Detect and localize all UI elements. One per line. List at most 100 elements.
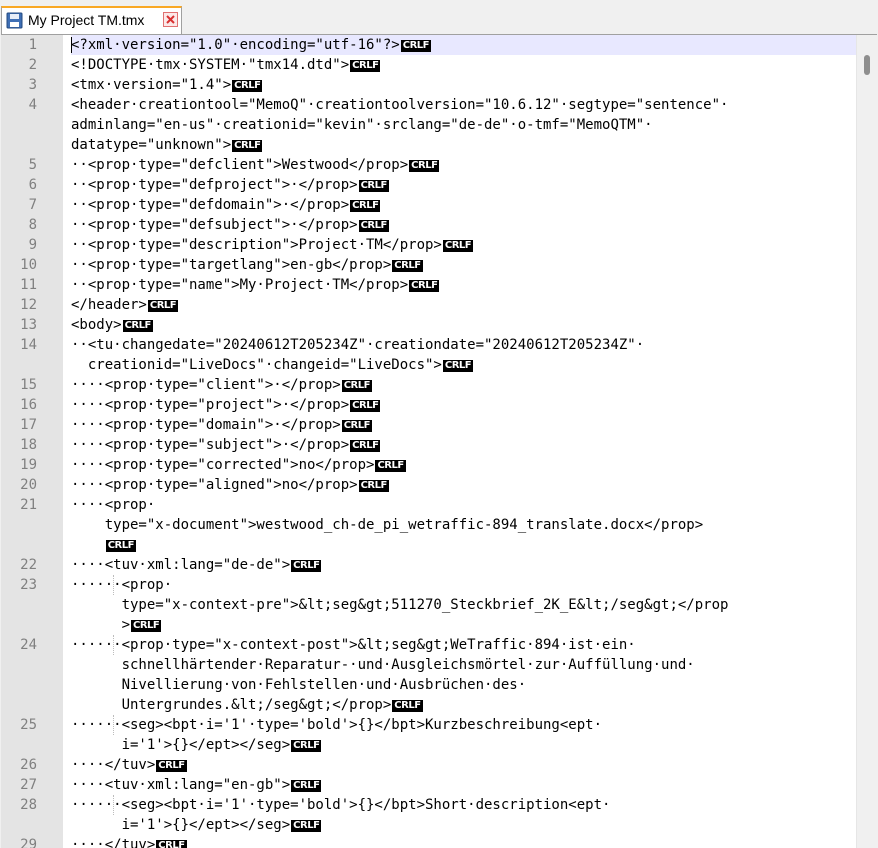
editor-line[interactable]: 27 ····<tuv·xml:lang="en-gb"> CRLF — [1, 775, 857, 795]
eol-marker: CRLF — [156, 760, 187, 772]
editor-line[interactable]: 18 ····<prop·type="subject">·</prop> CRLF — [1, 435, 857, 455]
editor-line[interactable]: i='1'>{}</ept></seg> CRLF — [1, 735, 857, 755]
editor-line[interactable]: CRLF — [1, 535, 857, 555]
line-number: 13 — [20, 317, 37, 333]
editor-line[interactable]: 7 ··<prop·type="defdomain">·</prop> CRLF — [1, 195, 857, 215]
line-number: 23 — [20, 577, 37, 593]
editor-line[interactable]: 1 <?xml·version="1.0"·encoding="utf-16"?>… — [1, 35, 857, 55]
eol-marker: CRLF — [392, 700, 423, 712]
editor-line[interactable]: 29 ····</tuv> CRLF — [1, 835, 857, 848]
line-number: 3 — [28, 77, 37, 93]
scrollbar-thumb[interactable] — [864, 55, 870, 75]
line-number: 11 — [20, 277, 37, 293]
eol-marker: CRLF — [291, 820, 322, 832]
editor-line[interactable]: 6 ··<prop·type="defproject">·</prop> CRLF — [1, 175, 857, 195]
line-text: ······<seg><bpt·i='1'·type='bold'>{}</bp… — [71, 797, 611, 813]
line-text: i='1'>{}</ept></seg> CRLF — [71, 737, 322, 753]
line-text: ····<prop·type="corrected">no</prop> CRLF — [71, 457, 406, 473]
line-text: ··<prop·type="defproject">·</prop> CRLF — [71, 177, 389, 193]
editor-line[interactable]: 25 ······<seg><bpt·i='1'·type='bold'>{}</… — [1, 715, 857, 735]
eol-marker: CRLF — [350, 440, 381, 452]
line-text: ····</tuv> CRLF — [71, 757, 187, 773]
editor-line[interactable]: 12 </header> CRLF — [1, 295, 857, 315]
eol-marker: CRLF — [131, 620, 162, 632]
editor-line[interactable]: 20 ····<prop·type="aligned">no</prop> CRLF — [1, 475, 857, 495]
editor-line[interactable]: 3 <tmx·version="1.4"> CRLF — [1, 75, 857, 95]
editor-line[interactable]: 16 ····<prop·type="project">·</prop> CRLF — [1, 395, 857, 415]
editor-line[interactable]: 4 <header·creationtool="MemoQ"·creationto… — [1, 95, 857, 115]
editor-line[interactable]: 9 ··<prop·type="description">Project·TM</… — [1, 235, 857, 255]
editor-line[interactable]: 23 ······<prop· — [1, 575, 857, 595]
editor-line[interactable]: 13 <body> CRLF — [1, 315, 857, 335]
editor-line[interactable]: 17 ····<prop·type="domain">·</prop> CRLF — [1, 415, 857, 435]
line-text: CRLF — [71, 535, 857, 555]
editor-line[interactable]: 5 ··<prop·type="defclient">Westwood</prop… — [1, 155, 857, 175]
line-text: > CRLF — [71, 617, 162, 633]
editor-line[interactable]: 24 ······<prop·type="x-context-post">&lt;… — [1, 635, 857, 655]
editor-line[interactable]: 19 ····<prop·type="corrected">no</prop> CR… — [1, 455, 857, 475]
editor-line[interactable]: datatype="unknown"> CRLF — [1, 135, 857, 155]
editor-line[interactable]: 2 <!DOCTYPE·tmx·SYSTEM·"tmx14.dtd"> CRLF — [1, 55, 857, 75]
eol-marker: CRLF — [442, 240, 474, 252]
editor-line[interactable]: 28 ······<seg><bpt·i='1'·type='bold'>{}</… — [1, 795, 857, 815]
editor-content[interactable]: 1 <?xml·version="1.0"·encoding="utf-16"?>… — [1, 35, 857, 848]
eol-marker: CRLF — [147, 300, 179, 312]
editor-line[interactable]: 14 ··<tu·changedate="20240612T205234Z"·cr… — [1, 335, 857, 355]
line-text: ····<prop·type="client">·</prop> CRLF — [71, 377, 372, 393]
line-text: ··<prop·type="defdomain">·</prop> CRLF — [71, 197, 381, 213]
editor-line[interactable]: Untergrundes.&lt;/seg&gt;</prop> CRLF — [1, 695, 857, 715]
line-text: ····<prop·type="project">·</prop> CRLF — [71, 397, 381, 413]
line-text: ····<prop·type="domain">·</prop> CRLF — [71, 417, 372, 433]
vertical-scrollbar[interactable] — [856, 35, 877, 848]
line-number: 18 — [20, 437, 37, 453]
close-tab-icon[interactable] — [163, 12, 178, 27]
editor-line[interactable]: 11 ··<prop·type="name">My·Project·TM</pro… — [1, 275, 857, 295]
eol-marker: CRLF — [409, 160, 440, 172]
editor-line[interactable]: Nivellierung·von·Fehlstellen·und·Ausbrüc… — [1, 675, 857, 695]
text-editor[interactable]: 1 <?xml·version="1.0"·encoding="utf-16"?>… — [1, 34, 877, 848]
eol-marker: CRLF — [341, 420, 372, 432]
line-text: type="x-document">westwood_ch-de_pi_wetr… — [71, 517, 704, 533]
line-text: ····<tuv·xml:lang="de-de"> CRLF — [71, 557, 322, 573]
eol-marker: CRLF — [291, 780, 322, 792]
eol-marker: CRLF — [375, 460, 406, 472]
eol-marker: CRLF — [122, 320, 153, 332]
line-number: 22 — [20, 557, 37, 573]
line-text: Untergrundes.&lt;/seg&gt;</prop> CRLF — [71, 697, 423, 713]
editor-line[interactable]: 22 ····<tuv·xml:lang="de-de"> CRLF — [1, 555, 857, 575]
editor-line[interactable]: > CRLF — [1, 615, 857, 635]
line-text: <tmx·version="1.4"> CRLF — [71, 77, 263, 93]
eol-marker: CRLF — [350, 60, 381, 72]
line-text: ··<prop·type="name">My·Project·TM</prop>… — [71, 277, 440, 293]
line-number: 19 — [20, 457, 37, 473]
indent-guide — [113, 715, 115, 735]
editor-line[interactable]: 10 ··<prop·type="targetlang">en-gb</prop>… — [1, 255, 857, 275]
tab-bar: My Project TM.tmx — [0, 0, 878, 34]
editor-line[interactable]: 21 ····<prop· — [1, 495, 857, 515]
line-number: 14 — [20, 337, 37, 353]
eol-marker: CRLF — [358, 480, 389, 492]
line-number: 12 — [20, 297, 37, 313]
editor-line[interactable]: 8 ··<prop·type="defsubject">·</prop> CRLF — [1, 215, 857, 235]
line-number: 9 — [28, 237, 37, 253]
editor-line[interactable]: i='1'>{}</ept></seg> CRLF — [1, 815, 857, 835]
editor-line[interactable]: type="x-document">westwood_ch-de_pi_wetr… — [1, 515, 857, 535]
editor-line[interactable]: creationid="LiveDocs"·changeid="LiveDocs… — [1, 355, 857, 375]
line-text: <body> CRLF — [71, 317, 153, 333]
editor-line[interactable]: 26 ····</tuv> CRLF — [1, 755, 857, 775]
editor-line[interactable]: type="x-context-pre">&lt;seg&gt;511270_S… — [1, 595, 857, 615]
editor-line[interactable]: schnellhärtender·Reparatur-·und·Ausgleic… — [1, 655, 857, 675]
editor-line[interactable]: 15 ····<prop·type="client">·</prop> CRLF — [1, 375, 857, 395]
eol-marker: CRLF — [291, 560, 322, 572]
tab-my-project-tm[interactable]: My Project TM.tmx — [1, 6, 182, 34]
line-number: 10 — [20, 257, 37, 273]
line-number: 4 — [28, 97, 37, 113]
line-text: ··<prop·type="defclient">Westwood</prop>… — [71, 157, 440, 173]
line-number: 29 — [20, 837, 37, 848]
line-text: Nivellierung·von·Fehlstellen·und·Ausbrüc… — [71, 677, 527, 693]
line-text: <!DOCTYPE·tmx·SYSTEM·"tmx14.dtd"> CRLF — [71, 57, 381, 73]
line-number: 2 — [28, 57, 37, 73]
eol-marker: CRLF — [358, 220, 389, 232]
eol-marker: CRLF — [232, 140, 263, 152]
editor-line[interactable]: adminlang="en-us"·creationid="kevin"·src… — [1, 115, 857, 135]
